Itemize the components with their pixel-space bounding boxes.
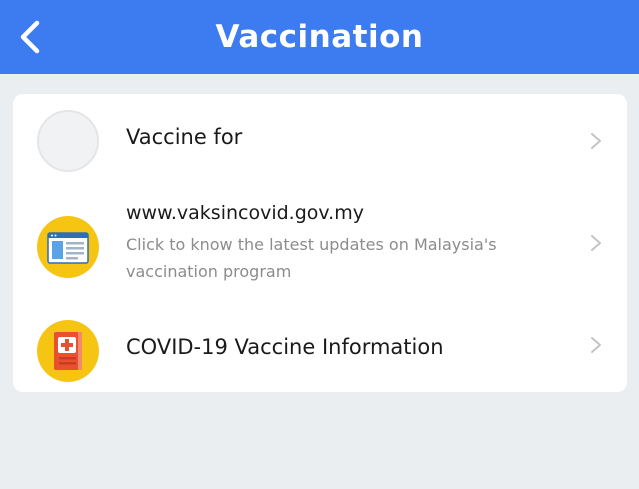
chevron-right-icon (591, 337, 601, 353)
empty-avatar (37, 110, 99, 172)
website-description: Click to know the latest updates on Mala… (126, 235, 497, 281)
webpage-icon (37, 216, 99, 278)
website-url: www.vaksincovid.gov.my (126, 202, 364, 224)
vaccine-for-label: Vaccine for (126, 125, 243, 149)
covid-vaccine-info-label: COVID-19 Vaccine Information (126, 335, 444, 359)
vaccination-menu-card: Vaccine for www.vaksincovid.gov.my Click… (13, 94, 627, 392)
vaksincovid-link-item[interactable]: www.vaksincovid.gov.my Click to know the… (13, 188, 627, 298)
medical-book-icon (37, 320, 99, 382)
vaccine-for-item[interactable]: Vaccine for (13, 94, 627, 188)
chevron-right-icon (591, 133, 601, 149)
chevron-right-icon (591, 235, 601, 251)
covid-vaccine-info-item[interactable]: COVID-19 Vaccine Information (13, 298, 627, 392)
app-header: Vaccination (0, 0, 639, 74)
page-title: Vaccination (215, 19, 424, 55)
